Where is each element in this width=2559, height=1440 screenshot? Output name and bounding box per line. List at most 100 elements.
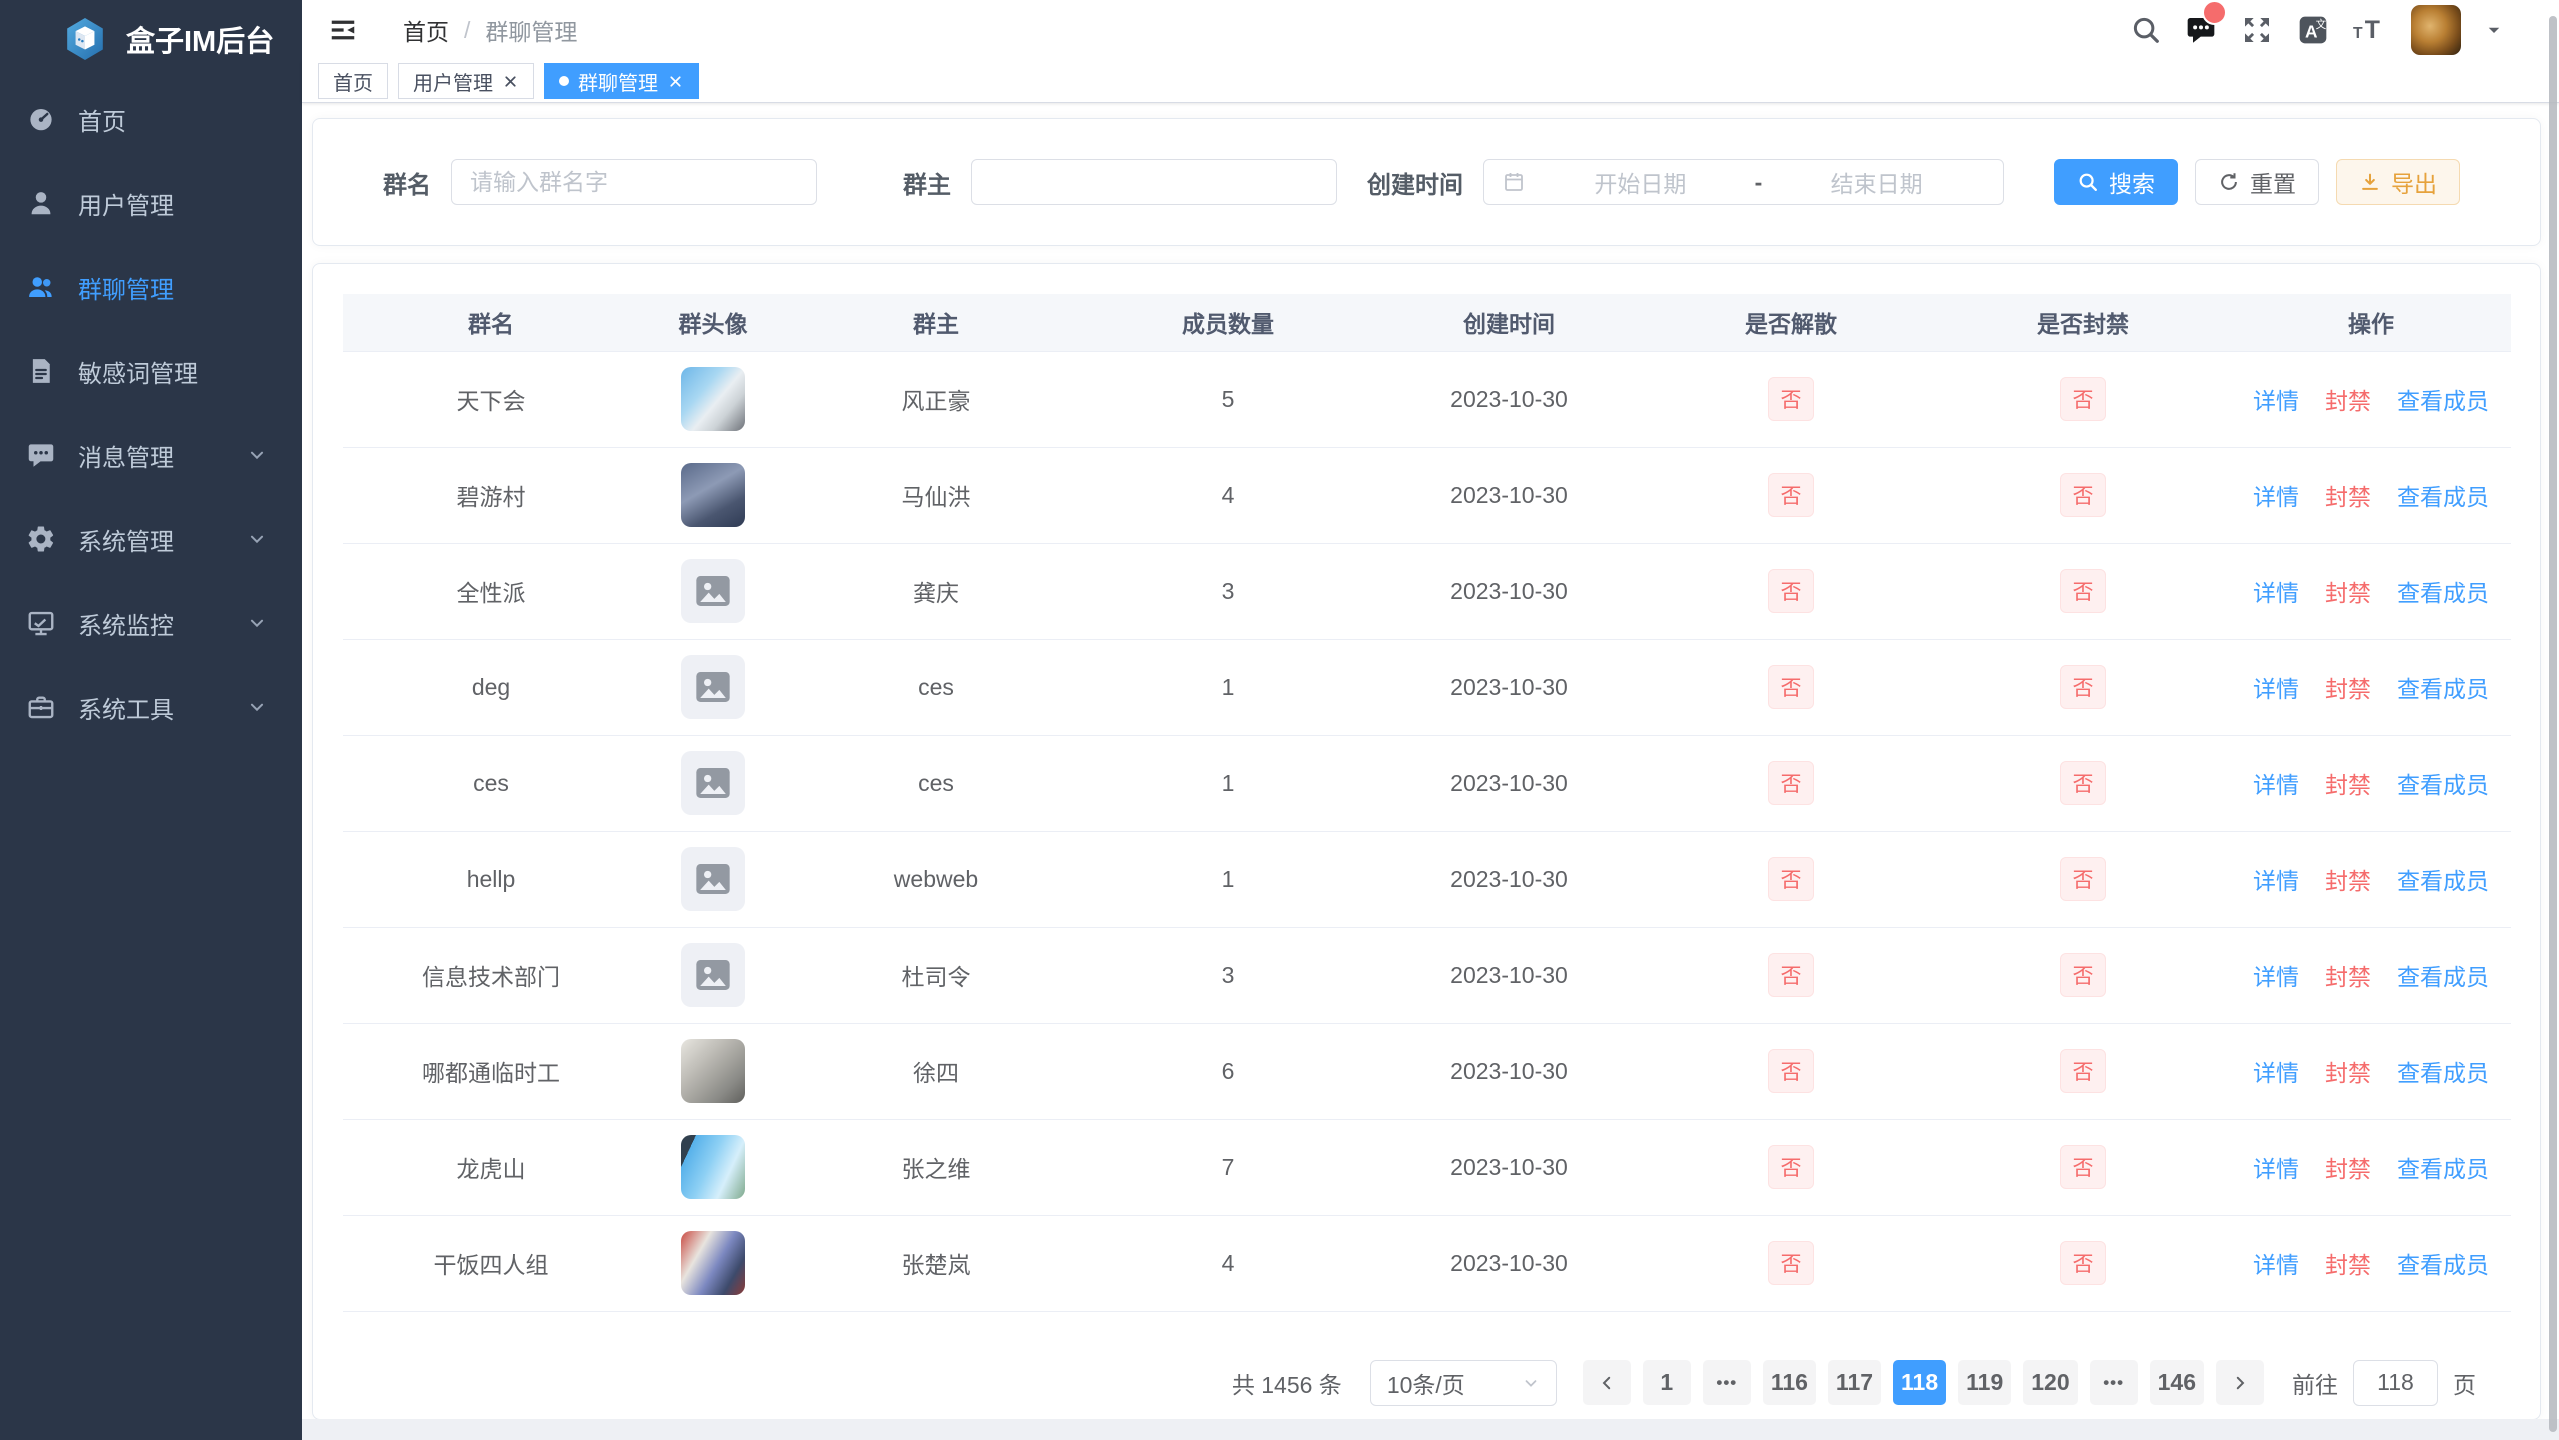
- group-name-cell: 信息技术部门: [343, 927, 639, 1023]
- search-icon[interactable]: [2131, 15, 2161, 45]
- sidebar-item-user-manage[interactable]: 用户管理: [0, 161, 302, 245]
- sidebar-item-system-monitor[interactable]: 系统监控: [0, 581, 302, 665]
- action-detail-link[interactable]: 详情: [2253, 1156, 2299, 1182]
- breadcrumb-home[interactable]: 首页: [403, 13, 449, 47]
- action-view-members-link[interactable]: 查看成员: [2397, 388, 2489, 414]
- action-detail-link[interactable]: 详情: [2253, 868, 2299, 894]
- sidebar-item-system-manage[interactable]: 系统管理: [0, 497, 302, 581]
- close-icon[interactable]: [502, 73, 519, 90]
- page-content: 群名 群主 创建时间 开始日期 - 结束日期: [302, 103, 2559, 1419]
- date-range-input[interactable]: 开始日期 - 结束日期: [1483, 159, 2004, 205]
- action-detail-link[interactable]: 详情: [2253, 388, 2299, 414]
- group-name-cell: 碧游村: [343, 447, 639, 543]
- action-view-members-link[interactable]: 查看成员: [2397, 484, 2489, 510]
- reset-button[interactable]: 重置: [2195, 159, 2319, 205]
- goto-page-input[interactable]: [2353, 1360, 2438, 1406]
- sidebar-item-group-manage[interactable]: 群聊管理: [0, 245, 302, 329]
- tab-2[interactable]: 群聊管理: [544, 63, 699, 99]
- group-avatar-cell: [639, 543, 787, 639]
- action-view-members-link[interactable]: 查看成员: [2397, 964, 2489, 990]
- next-page-button[interactable]: [2216, 1360, 2264, 1405]
- action-view-members-link[interactable]: 查看成员: [2397, 1060, 2489, 1086]
- action-ban-link[interactable]: 封禁: [2325, 1156, 2371, 1182]
- scrollbar[interactable]: [2549, 16, 2557, 1432]
- page-button-119[interactable]: 119: [1958, 1360, 2011, 1405]
- action-detail-link[interactable]: 详情: [2253, 772, 2299, 798]
- action-view-members-link[interactable]: 查看成员: [2397, 868, 2489, 894]
- doc-icon: [26, 356, 56, 386]
- page-button-116[interactable]: 116: [1763, 1360, 1816, 1405]
- active-tab-dot: [559, 76, 569, 86]
- pager: 1 ••• 116 117 118 119 120 ••• 146: [1583, 1360, 2264, 1405]
- created-time-cell: 2023-10-30: [1371, 1119, 1647, 1215]
- action-ban-link[interactable]: 封禁: [2325, 388, 2371, 414]
- action-ban-link[interactable]: 封禁: [2325, 1252, 2371, 1278]
- breadcrumb-separator: /: [464, 17, 470, 44]
- brand[interactable]: 盒子IM后台: [0, 0, 302, 77]
- action-view-members-link[interactable]: 查看成员: [2397, 580, 2489, 606]
- user-avatar[interactable]: [2411, 5, 2461, 55]
- action-detail-link[interactable]: 详情: [2253, 964, 2299, 990]
- fullscreen-icon[interactable]: [2241, 14, 2273, 46]
- banned-tag: 否: [2060, 473, 2106, 517]
- pager-ellipsis[interactable]: •••: [1703, 1360, 1751, 1405]
- action-ban-link[interactable]: 封禁: [2325, 772, 2371, 798]
- action-detail-link[interactable]: 详情: [2253, 676, 2299, 702]
- action-view-members-link[interactable]: 查看成员: [2397, 676, 2489, 702]
- page-button-118[interactable]: 118: [1893, 1360, 1946, 1405]
- group-name-cell: 龙虎山: [343, 1119, 639, 1215]
- svg-text:T: T: [2365, 17, 2380, 44]
- language-icon[interactable]: A文: [2297, 14, 2329, 46]
- sidebar-item-sensitive-words[interactable]: 敏感词管理: [0, 329, 302, 413]
- export-button[interactable]: 导出: [2336, 159, 2460, 205]
- sidebar-item-label: 系统工具: [78, 690, 174, 725]
- sidebar-item-system-tools[interactable]: 系统工具: [0, 665, 302, 749]
- action-detail-link[interactable]: 详情: [2253, 1252, 2299, 1278]
- page-button-1[interactable]: 1: [1643, 1360, 1691, 1405]
- group-avatar: [681, 463, 745, 527]
- action-ban-link[interactable]: 封禁: [2325, 676, 2371, 702]
- page-button-117[interactable]: 117: [1828, 1360, 1881, 1405]
- sidebar-item-message-manage[interactable]: 消息管理: [0, 413, 302, 497]
- action-detail-link[interactable]: 详情: [2253, 1060, 2299, 1086]
- messages-icon[interactable]: [2185, 14, 2217, 46]
- pager-ellipsis[interactable]: •••: [2090, 1360, 2138, 1405]
- actions-cell: 详情封禁查看成员: [2231, 351, 2511, 447]
- group-avatar-cell: [639, 831, 787, 927]
- close-icon[interactable]: [667, 73, 684, 90]
- font-size-icon[interactable]: TT: [2353, 14, 2387, 46]
- action-ban-link[interactable]: 封禁: [2325, 484, 2371, 510]
- page-size-select[interactable]: 10条/页: [1370, 1360, 1557, 1406]
- action-ban-link[interactable]: 封禁: [2325, 580, 2371, 606]
- table-row: 信息技术部门杜司令32023-10-30否否详情封禁查看成员: [343, 927, 2511, 1023]
- page-button-120[interactable]: 120: [2023, 1360, 2077, 1405]
- tabs-bar: 首页用户管理群聊管理: [302, 60, 2559, 103]
- sidebar-item-label: 用户管理: [78, 186, 174, 221]
- group-name-cell: hellp: [343, 831, 639, 927]
- sidebar-item-home[interactable]: 首页: [0, 77, 302, 161]
- date-start-placeholder[interactable]: 开始日期: [1532, 165, 1749, 199]
- sidebar-item-label: 敏感词管理: [78, 354, 198, 389]
- group-avatar-placeholder: [681, 751, 745, 815]
- action-detail-link[interactable]: 详情: [2253, 580, 2299, 606]
- member-count-cell: 1: [1085, 735, 1371, 831]
- action-view-members-link[interactable]: 查看成员: [2397, 772, 2489, 798]
- sidebar-collapse-icon[interactable]: [327, 15, 359, 45]
- group-name-input[interactable]: [451, 159, 817, 205]
- action-view-members-link[interactable]: 查看成员: [2397, 1156, 2489, 1182]
- group-owner-cell: ces: [787, 639, 1085, 735]
- search-button[interactable]: 搜索: [2054, 159, 2178, 205]
- action-detail-link[interactable]: 详情: [2253, 484, 2299, 510]
- tab-0[interactable]: 首页: [318, 63, 388, 99]
- prev-page-button[interactable]: [1583, 1360, 1631, 1405]
- action-view-members-link[interactable]: 查看成员: [2397, 1252, 2489, 1278]
- page-button-146[interactable]: 146: [2150, 1360, 2204, 1405]
- date-end-placeholder[interactable]: 结束日期: [1768, 165, 1985, 199]
- caret-down-icon[interactable]: [2485, 21, 2503, 39]
- tab-1[interactable]: 用户管理: [398, 63, 534, 99]
- action-ban-link[interactable]: 封禁: [2325, 1060, 2371, 1086]
- group-owner-input[interactable]: [971, 159, 1337, 205]
- group-avatar: [681, 1135, 745, 1199]
- action-ban-link[interactable]: 封禁: [2325, 868, 2371, 894]
- action-ban-link[interactable]: 封禁: [2325, 964, 2371, 990]
